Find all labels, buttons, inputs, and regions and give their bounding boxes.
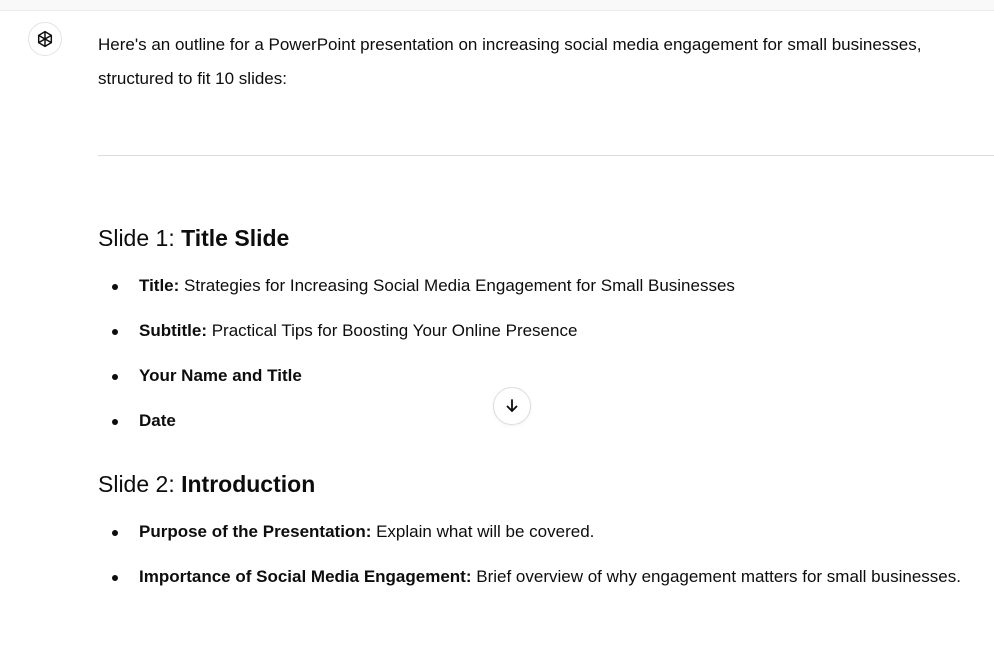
slide-2-heading: Slide 2: Introduction — [98, 470, 315, 498]
list-item: Importance of Social Media Engagement: B… — [98, 560, 994, 594]
bullet-label: Title: — [139, 276, 180, 295]
slide-2-heading-prefix: Slide 2: — [98, 471, 182, 497]
list-item: Date — [98, 407, 994, 435]
slide-1-bullets: Title: Strategies for Increasing Social … — [98, 272, 994, 435]
slide-1-heading-prefix: Slide 1: — [98, 225, 182, 251]
divider — [98, 155, 994, 156]
slide-2-heading-title: Introduction — [181, 471, 316, 497]
bullet-text: Strategies for Increasing Social Media E… — [179, 276, 735, 295]
bullet-text: Brief overview of why engagement matters… — [471, 567, 961, 586]
slide-1-section: Slide 1: Title Slide — [98, 224, 289, 252]
list-item: Title: Strategies for Increasing Social … — [98, 272, 994, 300]
top-bar — [0, 0, 994, 11]
chat-page: Here's an outline for a PowerPoint prese… — [0, 0, 994, 646]
slide-1-heading-title: Title Slide — [181, 225, 290, 251]
slide-2-section: Slide 2: Introduction — [98, 470, 315, 498]
bullet-dot — [112, 374, 118, 380]
bullet-dot — [112, 530, 118, 536]
list-item: Subtitle: Practical Tips for Boosting Yo… — [98, 317, 994, 345]
assistant-avatar — [28, 22, 62, 56]
bullet-text: Practical Tips for Boosting Your Online … — [207, 321, 578, 340]
bullet-label: Purpose of the Presentation: — [139, 522, 372, 541]
scroll-to-bottom-button[interactable] — [493, 387, 531, 425]
message-content: Here's an outline for a PowerPoint prese… — [98, 28, 994, 96]
bullet-label: Date — [139, 411, 176, 430]
bullet-label: Subtitle: — [139, 321, 207, 340]
arrow-down-icon — [506, 399, 518, 412]
bullet-dot — [112, 575, 118, 581]
bullet-dot — [112, 419, 118, 425]
slide-1-heading: Slide 1: Title Slide — [98, 224, 289, 252]
bullet-label: Importance of Social Media Engagement: — [139, 567, 472, 586]
bullet-dot — [112, 329, 118, 335]
intro-text: Here's an outline for a PowerPoint prese… — [98, 35, 922, 88]
list-item: Purpose of the Presentation: Explain wha… — [98, 518, 994, 546]
bullet-text: Explain what will be covered. — [371, 522, 595, 541]
openai-logo-icon — [37, 30, 53, 48]
bullet-label: Your Name and Title — [139, 366, 302, 385]
slide-2-bullets: Purpose of the Presentation: Explain wha… — [98, 518, 994, 594]
list-item: Your Name and Title — [98, 362, 994, 390]
bullet-dot — [112, 284, 118, 290]
